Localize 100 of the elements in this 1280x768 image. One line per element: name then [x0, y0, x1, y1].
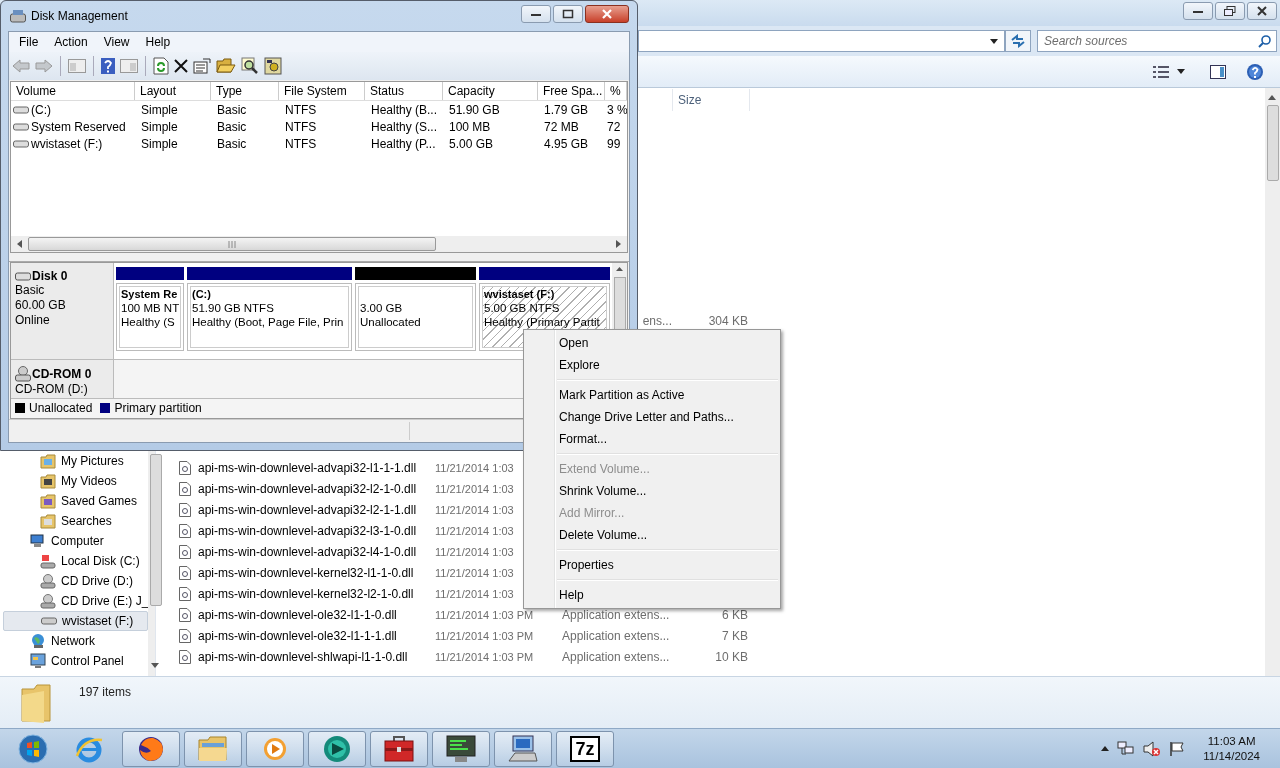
minimize-button[interactable] — [1183, 2, 1213, 20]
close-button[interactable] — [1247, 2, 1277, 20]
column-header[interactable]: Free Spa... — [538, 82, 605, 100]
partition-block[interactable]: 3.00 GB Unallocated — [355, 283, 476, 351]
properties-icon[interactable] — [193, 58, 211, 74]
taskbar-button[interactable]: 7z — [556, 730, 614, 767]
menu-item[interactable]: Help — [526, 584, 778, 606]
menu-item[interactable]: Mark Partition as Active — [526, 384, 778, 406]
nav-item[interactable]: My Videos — [3, 471, 149, 491]
nav-item[interactable]: My Pictures — [3, 451, 149, 471]
nav-item[interactable]: Local Disk (C:) — [3, 551, 149, 571]
volume-muted-icon[interactable] — [1143, 740, 1162, 757]
windows-logo-icon — [18, 733, 48, 764]
column-header[interactable]: Layout — [135, 82, 211, 100]
scroll-up-icon[interactable] — [616, 267, 623, 271]
scroll-left-icon[interactable] — [17, 240, 22, 248]
refresh-icon[interactable] — [153, 57, 169, 75]
nav-item[interactable]: CD Drive (D:) — [3, 571, 149, 591]
restore-button[interactable] — [1215, 2, 1245, 20]
nav-item[interactable]: wvistaset (F:) — [3, 611, 149, 631]
address-field[interactable] — [638, 30, 1005, 52]
delete-icon[interactable] — [174, 59, 188, 73]
caret-icon[interactable] — [1177, 69, 1185, 74]
preview-pane-icon[interactable] — [1210, 64, 1226, 79]
folder-icon — [40, 513, 56, 529]
menu-item[interactable]: File — [11, 35, 47, 49]
close-icon — [601, 9, 613, 19]
column-header[interactable]: File System — [279, 82, 365, 100]
scrollbar-thumb[interactable] — [150, 454, 163, 606]
scroll-up-icon[interactable] — [1268, 95, 1276, 100]
file-name[interactable]: api-ms-win-downlevel-kernel32-l2-1-0.dll — [198, 586, 414, 601]
taskbar-button[interactable] — [308, 730, 366, 767]
minimize-button[interactable] — [521, 5, 551, 23]
clock[interactable]: 11:03 AM 11/14/2024 — [1203, 733, 1260, 764]
scrollbar-thumb[interactable] — [28, 237, 436, 251]
file-name[interactable]: api-ms-win-downlevel-ole32-l1-1-0.dll — [198, 607, 397, 622]
folder-icon — [40, 473, 56, 489]
partition-block[interactable]: System Re 100 MB NT Healthy (S — [116, 283, 184, 351]
network-icon[interactable] — [1117, 740, 1136, 757]
column-header[interactable]: Status — [365, 82, 443, 100]
column-header[interactable]: Volume — [11, 82, 135, 100]
menu-item[interactable]: Format... — [526, 428, 778, 450]
column-header[interactable]: Size — [672, 89, 750, 111]
file-name[interactable]: api-ms-win-downlevel-advapi32-l2-1-1.dll — [198, 502, 417, 517]
column-header[interactable]: Type — [211, 82, 279, 100]
magnifier-icon[interactable] — [241, 57, 259, 75]
file-name[interactable]: api-ms-win-downlevel-advapi32-l1-1-1.dll — [198, 460, 417, 475]
menu-item[interactable]: Properties — [526, 554, 778, 576]
taskbar-button[interactable] — [122, 730, 180, 767]
nav-item[interactable]: CD Drive (E:) J_ — [3, 591, 149, 611]
table-cell: Healthy (P... — [371, 136, 436, 151]
file-name[interactable]: api-ms-win-downlevel-advapi32-l3-1-0.dll — [198, 523, 417, 538]
view-icon[interactable] — [1153, 65, 1169, 78]
settings-icon[interactable] — [264, 57, 282, 75]
table-cell: Simple — [141, 119, 178, 134]
menu-item[interactable]: Delete Volume... — [526, 524, 778, 546]
nav-item[interactable]: Control Panel — [3, 651, 149, 671]
file-size: 304 KB — [708, 313, 748, 328]
column-header[interactable]: % — [605, 82, 627, 100]
partition-block[interactable]: (C:) 51.90 GB NTFS Healthy (Boot, Page File, Prin — [187, 283, 352, 351]
scroll-right-icon[interactable] — [616, 240, 621, 248]
table-cell: NTFS — [285, 119, 317, 134]
disk-management-icon — [10, 9, 26, 23]
search-field[interactable]: Search sources — [1037, 30, 1277, 52]
show-hidden-icons-icon[interactable] — [1101, 746, 1110, 751]
flag-icon[interactable] — [1169, 740, 1186, 757]
nav-item[interactable]: Computer — [3, 531, 149, 551]
help-icon[interactable] — [101, 58, 115, 74]
nav-item[interactable]: Saved Games — [3, 491, 149, 511]
menu-item[interactable]: View — [95, 35, 138, 49]
scroll-down-icon[interactable] — [151, 663, 160, 668]
file-name[interactable]: api-ms-win-downlevel-kernel32-l1-1-0.dll — [198, 565, 414, 580]
nav-item[interactable]: Network — [3, 631, 149, 651]
computer-icon — [507, 734, 539, 763]
file-name[interactable]: api-ms-win-downlevel-shlwapi-l1-1-0.dll — [198, 649, 408, 664]
menu-item[interactable]: Help — [137, 35, 179, 49]
taskbar-button[interactable] — [494, 730, 552, 767]
scrollbar-thumb[interactable] — [1267, 105, 1279, 181]
file-name[interactable]: api-ms-win-downlevel-advapi32-l2-1-0.dll — [198, 481, 417, 496]
file-icon — [179, 565, 191, 580]
taskbar-button[interactable] — [370, 730, 428, 767]
nav-item[interactable]: Searches — [3, 511, 149, 531]
close-button[interactable] — [585, 5, 629, 23]
column-header[interactable]: Capacity — [443, 82, 538, 100]
taskbar-button[interactable] — [432, 730, 490, 767]
folder-icon — [40, 453, 56, 469]
menu-item[interactable]: Action — [46, 35, 96, 49]
control-panel-icon — [30, 653, 46, 669]
help-icon[interactable] — [1246, 62, 1264, 81]
cd-drive-icon — [15, 366, 31, 382]
open-folder-icon[interactable] — [216, 58, 236, 74]
file-name[interactable]: api-ms-win-downlevel-ole32-l1-1-1.dll — [198, 628, 397, 643]
menu-item[interactable]: Shrink Volume... — [526, 480, 778, 502]
maximize-button[interactable] — [553, 5, 583, 23]
menu-item[interactable]: Explore — [526, 354, 778, 376]
play-icon — [263, 736, 287, 761]
menu-item[interactable]: Change Drive Letter and Paths... — [526, 406, 778, 428]
refresh-button[interactable] — [1005, 30, 1031, 52]
file-date: 11/21/2014 1:03 — [435, 545, 515, 558]
file-name[interactable]: api-ms-win-downlevel-advapi32-l4-1-0.dll — [198, 544, 417, 559]
